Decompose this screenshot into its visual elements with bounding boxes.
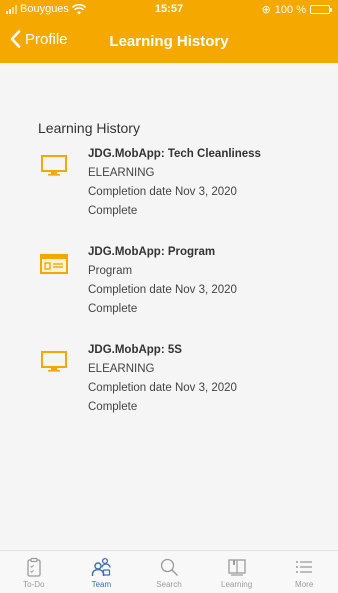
app-header: Bouygues 15:57 ⊕ 100 % Profile Learning … xyxy=(0,0,338,63)
tab-label: Team xyxy=(91,580,112,589)
monitor-icon xyxy=(41,155,67,176)
search-icon xyxy=(160,558,178,576)
item-type: ELEARNING xyxy=(88,363,155,375)
item-title: JDG.MobApp: 5S xyxy=(88,344,182,356)
book-icon xyxy=(227,559,246,576)
section-title: Learning History xyxy=(38,120,140,136)
status-bar: Bouygues 15:57 ⊕ 100 % xyxy=(0,0,338,20)
item-status: Complete xyxy=(88,303,138,315)
tab-label: More xyxy=(295,580,314,589)
list-item-text: JDG.MobApp: 5S ELEARNING Completion date… xyxy=(88,341,237,417)
program-icon xyxy=(40,254,68,274)
item-status: Complete xyxy=(88,401,138,413)
orientation-lock-icon: ⊕ xyxy=(261,4,271,16)
page-title: Learning History xyxy=(109,33,229,50)
learning-history-content: Learning History JDG.MobApp: Tech Cleanl… xyxy=(0,63,338,550)
tab-learning[interactable]: Learning xyxy=(203,551,271,593)
tab-label: Learning xyxy=(221,580,253,589)
tab-to-do[interactable]: To-Do xyxy=(0,551,68,593)
list-item-text: JDG.MobApp: Program Program Completion d… xyxy=(88,243,237,319)
battery-icon xyxy=(310,5,332,14)
tab-bar: To-Do Team Search Learning More xyxy=(0,550,338,593)
item-title: JDG.MobApp: Program xyxy=(88,246,216,258)
item-title: JDG.MobApp: Tech Cleanliness xyxy=(88,148,261,160)
team-icon xyxy=(92,557,112,576)
list-item-text: JDG.MobApp: Tech Cleanliness ELEARNING C… xyxy=(88,145,261,221)
item-type: Program xyxy=(88,265,133,277)
status-battery-group: ⊕ 100 % xyxy=(261,3,332,16)
tab-more[interactable]: More xyxy=(270,551,338,593)
list-icon xyxy=(296,561,313,573)
tab-label: Search xyxy=(156,580,182,589)
item-status: Complete xyxy=(88,205,138,217)
item-type: ELEARNING xyxy=(88,167,155,179)
tab-team[interactable]: Team xyxy=(68,551,136,593)
battery-percent: 100 % xyxy=(274,3,306,16)
item-completion-date: Completion date Nov 3, 2020 xyxy=(88,284,237,296)
clipboard-icon xyxy=(27,557,41,577)
nav-bar: Profile Learning History xyxy=(0,26,338,60)
tab-label: To-Do xyxy=(23,580,45,589)
monitor-icon xyxy=(41,351,67,372)
item-completion-date: Completion date Nov 3, 2020 xyxy=(88,382,237,394)
item-completion-date: Completion date Nov 3, 2020 xyxy=(88,186,237,198)
tab-search[interactable]: Search xyxy=(135,551,203,593)
